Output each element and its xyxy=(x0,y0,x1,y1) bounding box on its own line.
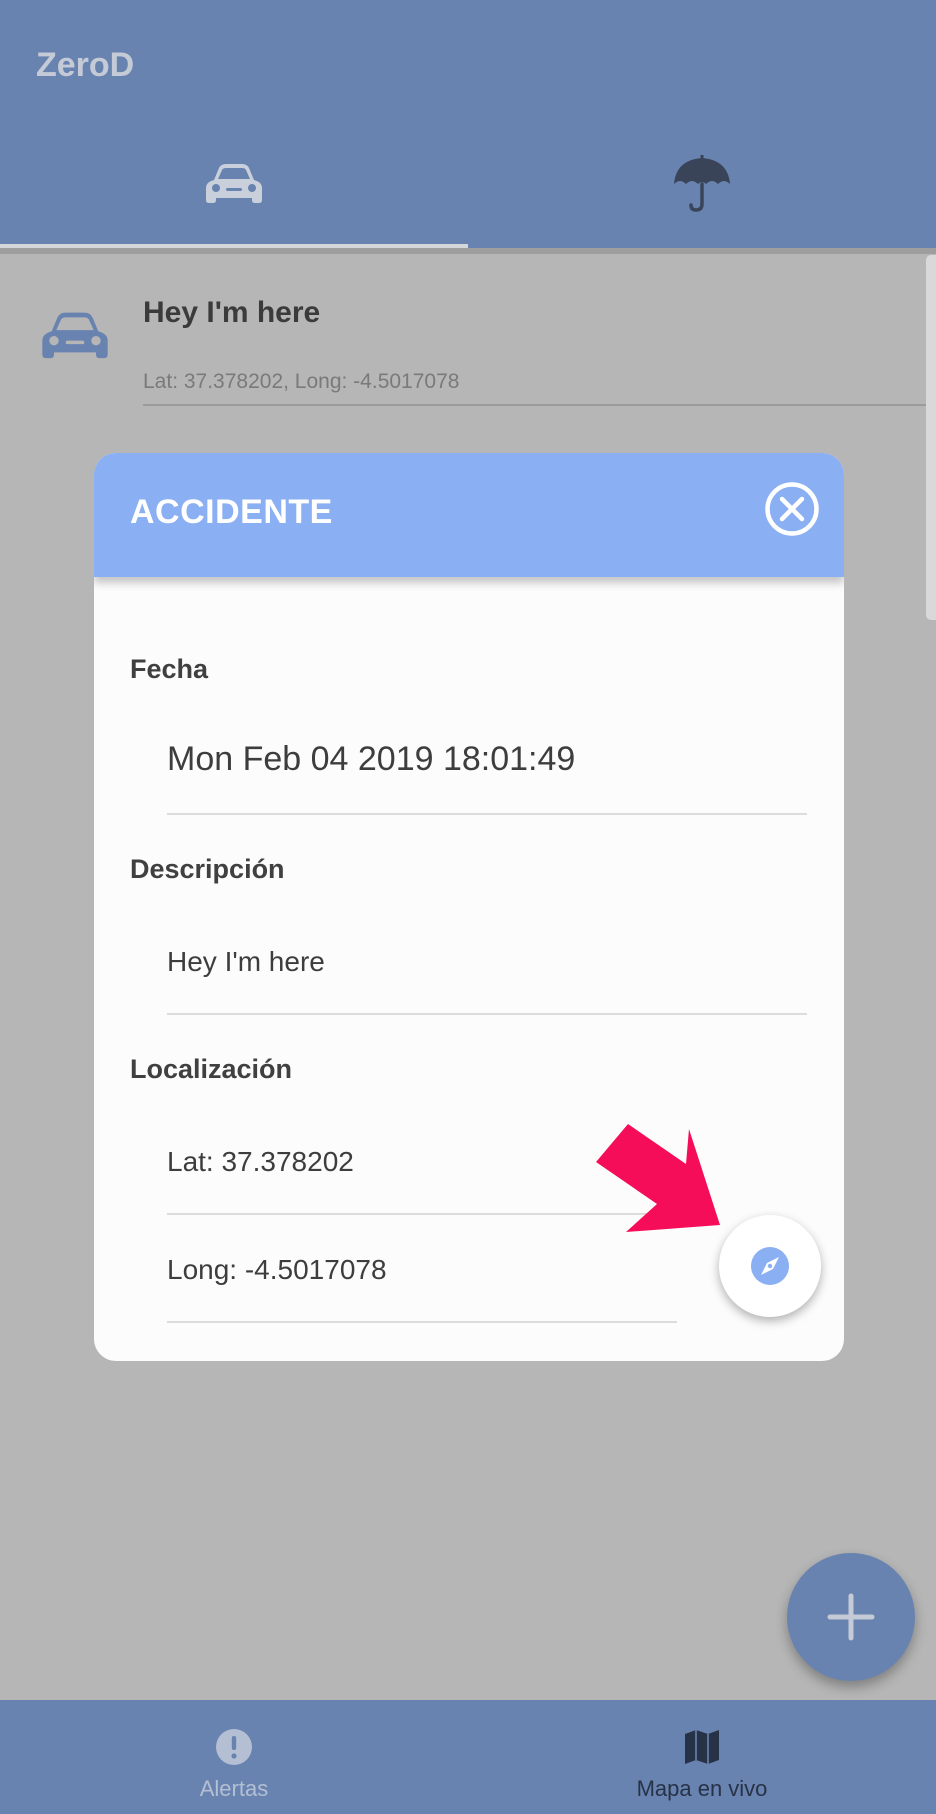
list-item-title: Hey I'm here xyxy=(143,296,321,329)
add-button[interactable] xyxy=(787,1553,915,1681)
app-title: ZeroD xyxy=(36,46,135,84)
latitude-value: Lat: 37.378202 xyxy=(167,1146,354,1177)
date-value: Mon Feb 04 2019 18:01:49 xyxy=(167,740,576,778)
description-underline xyxy=(167,1013,807,1015)
app-bar: ZeroD xyxy=(0,0,936,250)
description-value: Hey I'm here xyxy=(167,946,325,977)
list-item-subtitle: Lat: 37.378202, Long: -4.5017078 xyxy=(143,370,460,393)
description-label: Descripción xyxy=(130,854,285,884)
dialog-header: ACCIDENTE xyxy=(94,453,844,577)
divider xyxy=(143,404,936,406)
plus-icon xyxy=(827,1593,875,1641)
car-icon xyxy=(206,164,262,203)
nav-label-alerts: Alertas xyxy=(199,1776,269,1801)
map-icon xyxy=(683,1728,721,1771)
umbrella-icon xyxy=(674,155,730,212)
accident-dialog: ACCIDENTE Fecha Mon Feb 04 2019 18:01:49… xyxy=(94,453,844,1361)
nav-label-map: Mapa en vivo xyxy=(636,1776,768,1801)
tab-car[interactable] xyxy=(0,148,468,220)
compass-icon xyxy=(751,1247,789,1285)
car-icon xyxy=(40,310,110,367)
annotation-arrow-icon xyxy=(596,1124,720,1232)
navigate-button[interactable] xyxy=(719,1215,821,1317)
bottom-navigation: Alertas Mapa en vivo xyxy=(0,1700,936,1814)
tab-umbrella[interactable] xyxy=(468,148,936,220)
dialog-title: ACCIDENTE xyxy=(130,493,333,531)
close-circle-icon xyxy=(765,482,819,536)
location-label: Localización xyxy=(130,1054,293,1084)
alert-icon xyxy=(215,1728,253,1771)
date-underline xyxy=(167,813,807,815)
app-bar-divider xyxy=(0,248,936,254)
nav-item-alerts[interactable]: Alertas xyxy=(0,1700,468,1814)
longitude-value: Long: -4.5017078 xyxy=(167,1254,387,1285)
date-label: Fecha xyxy=(130,654,209,684)
nav-item-map[interactable]: Mapa en vivo xyxy=(468,1700,936,1814)
longitude-underline xyxy=(167,1321,677,1323)
close-button[interactable] xyxy=(764,481,820,537)
scrollbar[interactable] xyxy=(926,255,936,620)
